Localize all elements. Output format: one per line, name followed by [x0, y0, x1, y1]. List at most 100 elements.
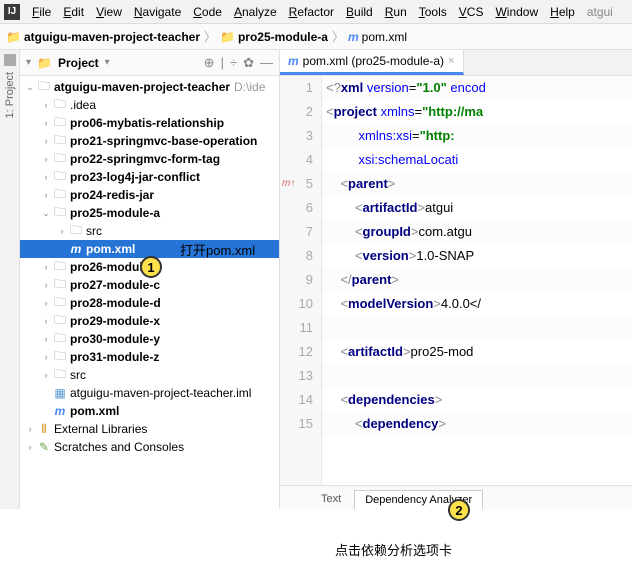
code-area[interactable]: <?xml version="1.0" encod<project xmlns=… — [322, 76, 632, 485]
tree-node-label: pro26-module-b — [70, 260, 161, 274]
breadcrumb-item[interactable]: 📁pro25-module-a — [220, 30, 328, 44]
code-line[interactable]: <?xml version="1.0" encod — [322, 76, 632, 100]
tree-node[interactable]: ›🗀pro22-springmvc-form-tag — [20, 150, 279, 168]
chevron-icon[interactable]: ⌄ — [24, 82, 36, 93]
chevron-icon[interactable]: › — [40, 262, 52, 272]
chevron-icon[interactable]: › — [40, 118, 52, 128]
chevron-icon[interactable]: › — [40, 352, 52, 362]
breadcrumb-item[interactable]: 📁atguigu-maven-project-teacher — [6, 30, 200, 44]
tree-node[interactable]: ›🗀.idea — [20, 96, 279, 114]
tree-node[interactable]: ›🗀pro28-module-d — [20, 294, 279, 312]
chevron-icon[interactable]: › — [40, 172, 52, 182]
menu-code[interactable]: Code — [187, 5, 228, 19]
chevron-icon[interactable]: › — [40, 100, 52, 110]
tree-node[interactable]: ⌄🗀atguigu-maven-project-teacherD:\ide — [20, 78, 279, 96]
chevron-icon[interactable]: ⌄ — [40, 208, 52, 219]
panel-view-chevron-icon[interactable]: ▾ — [105, 57, 110, 68]
chevron-icon[interactable]: › — [40, 136, 52, 146]
chevron-icon[interactable]: › — [40, 298, 52, 308]
project-tree[interactable]: ⌄🗀atguigu-maven-project-teacherD:\ide›🗀.… — [20, 76, 279, 509]
menu-navigate[interactable]: Navigate — [128, 5, 187, 19]
tree-node[interactable]: mpom.xml — [20, 402, 279, 420]
tree-node[interactable]: ›⫴External Libraries — [20, 420, 279, 438]
target-icon[interactable]: ⊕ — [204, 55, 215, 71]
tree-node[interactable]: ›🗀pro06-mybatis-relationship — [20, 114, 279, 132]
menu-refactor[interactable]: Refactor — [283, 5, 340, 19]
menu-tools[interactable]: Tools — [413, 5, 453, 19]
menu-run[interactable]: Run — [379, 5, 413, 19]
folder-icon: 🗀 — [52, 365, 68, 386]
scratch-icon: ✎ — [36, 440, 52, 454]
gear-icon[interactable]: ✿ — [243, 55, 254, 71]
code-line[interactable]: <version>1.0-SNAP — [322, 244, 632, 268]
code-line[interactable]: <artifactId>pro25-mod — [322, 340, 632, 364]
breadcrumb-item[interactable]: mpom.xml — [348, 30, 407, 44]
menu-file[interactable]: File — [26, 5, 57, 19]
folder-icon: 📁 — [37, 56, 52, 70]
tab-text[interactable]: Text — [310, 489, 352, 509]
code-line[interactable]: xmlns:xsi="http: — [322, 124, 632, 148]
menu-view[interactable]: View — [90, 5, 128, 19]
hide-icon[interactable]: — — [260, 55, 273, 70]
chevron-icon[interactable]: › — [40, 334, 52, 344]
code-line[interactable]: xsi:schemaLocati — [322, 148, 632, 172]
tree-node[interactable]: ›🗀pro30-module-y — [20, 330, 279, 348]
code-line[interactable]: <artifactId>atgui — [322, 196, 632, 220]
tree-node[interactable]: ›🗀src — [20, 222, 279, 240]
line-number: 1 — [280, 76, 313, 100]
menu-window[interactable]: Window — [489, 5, 544, 19]
project-tool-tab[interactable]: 1: Project — [4, 68, 16, 122]
editor-tab-pom[interactable]: m pom.xml (pro25-module-a) × — [280, 50, 464, 75]
folder-icon: 🗀 — [36, 77, 52, 98]
project-panel: ▾ 📁 Project ▾ ⊕ | ÷ ✿ — ⌄🗀atguigu-maven-… — [20, 50, 280, 509]
tab-dependency-analyzer[interactable]: Dependency Analyzer — [354, 490, 483, 509]
code-line[interactable]: <project xmlns="http://ma — [322, 100, 632, 124]
collapse-icon[interactable]: ÷ — [230, 55, 237, 70]
chevron-icon[interactable]: › — [40, 370, 52, 380]
code-line[interactable]: <dependency> — [322, 412, 632, 436]
code-line[interactable] — [322, 316, 632, 340]
menu-analyze[interactable]: Analyze — [228, 5, 283, 19]
tree-node[interactable]: ›🗀src — [20, 366, 279, 384]
tree-node-label: pro30-module-y — [70, 332, 160, 346]
tree-node[interactable]: ›✎Scratches and Consoles — [20, 438, 279, 456]
tree-node[interactable]: ›🗀pro27-module-c — [20, 276, 279, 294]
close-icon[interactable]: × — [448, 55, 454, 67]
chevron-icon[interactable]: › — [24, 442, 36, 452]
tree-node[interactable]: ›🗀pro29-module-x — [20, 312, 279, 330]
gutter-marker-icon[interactable]: m↑ — [282, 172, 295, 196]
code-line[interactable]: <modelVersion>4.0.0</ — [322, 292, 632, 316]
chevron-icon[interactable]: › — [56, 226, 68, 236]
folder-icon: 🗀 — [52, 203, 68, 224]
panel-dropdown-icon[interactable]: ▾ — [26, 57, 31, 68]
tree-node[interactable]: ⌄🗀pro25-module-a — [20, 204, 279, 222]
tree-node-label: atguigu-maven-project-teacher — [54, 80, 230, 94]
chevron-icon[interactable]: › — [40, 280, 52, 290]
code-line[interactable]: </parent> — [322, 268, 632, 292]
chevron-icon[interactable]: › — [40, 190, 52, 200]
divider-icon: | — [221, 55, 224, 70]
menu-build[interactable]: Build — [340, 5, 379, 19]
menu-edit[interactable]: Edit — [57, 5, 90, 19]
chevron-icon[interactable]: › — [40, 316, 52, 326]
editor-body[interactable]: 12345m↑6789101112131415 <?xml version="1… — [280, 76, 632, 485]
code-line[interactable]: <dependencies> — [322, 388, 632, 412]
code-line[interactable]: <parent> — [322, 172, 632, 196]
tree-node[interactable]: ›🗀pro23-log4j-jar-conflict — [20, 168, 279, 186]
breadcrumb-label: atguigu-maven-project-teacher — [24, 30, 200, 44]
tree-node[interactable]: ›🗀pro21-springmvc-base-operation — [20, 132, 279, 150]
line-number: 6 — [280, 196, 313, 220]
tree-node[interactable]: ▦atguigu-maven-project-teacher.iml — [20, 384, 279, 402]
code-line[interactable] — [322, 364, 632, 388]
menu-vcs[interactable]: VCS — [453, 5, 490, 19]
chevron-icon[interactable]: › — [40, 154, 52, 164]
tree-node[interactable]: ›🗀pro26-module-b — [20, 258, 279, 276]
tree-node[interactable]: ›🗀pro31-module-z — [20, 348, 279, 366]
code-line[interactable]: <groupId>com.atgu — [322, 220, 632, 244]
line-number: 4 — [280, 148, 313, 172]
menu-help[interactable]: Help — [544, 5, 581, 19]
tree-node[interactable]: ›🗀pro24-redis-jar — [20, 186, 279, 204]
editor-tab-label: pom.xml (pro25-module-a) — [303, 54, 444, 68]
chevron-icon[interactable]: › — [24, 424, 36, 434]
editor-area: m pom.xml (pro25-module-a) × 12345m↑6789… — [280, 50, 632, 509]
